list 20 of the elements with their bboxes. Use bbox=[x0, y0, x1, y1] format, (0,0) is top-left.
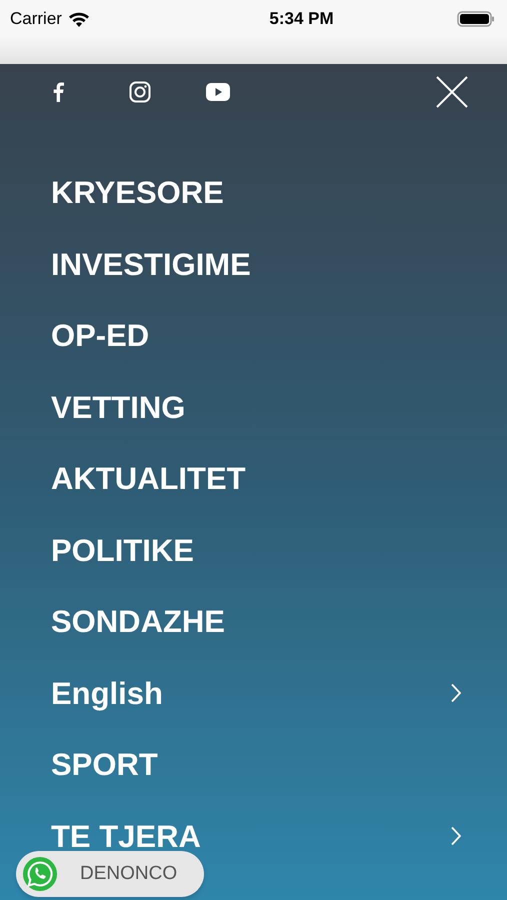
menu-item[interactable]: SPORT bbox=[51, 749, 158, 780]
wifi-icon bbox=[68, 10, 90, 26]
whatsapp-icon bbox=[22, 856, 58, 892]
battery-icon bbox=[457, 10, 495, 28]
menu-item[interactable]: OP-ED bbox=[51, 320, 150, 352]
time-label: 5:34 PM bbox=[268, 8, 335, 30]
close-button[interactable] bbox=[435, 75, 469, 109]
instagram-icon[interactable] bbox=[129, 81, 151, 103]
menu-item[interactable]: AKTUALITET bbox=[51, 463, 246, 494]
whatsapp-button[interactable]: DENONCO bbox=[16, 851, 204, 897]
menu-item[interactable]: SONDAZHE bbox=[51, 606, 225, 638]
facebook-icon[interactable] bbox=[52, 82, 64, 102]
menu-item[interactable]: English bbox=[51, 678, 163, 709]
menu-item[interactable]: INVESTIGIME bbox=[51, 248, 251, 280]
carrier-label: Carrier bbox=[10, 8, 62, 30]
menu-item[interactable]: VETTING bbox=[51, 392, 186, 423]
youtube-icon[interactable] bbox=[206, 83, 230, 101]
menu-item[interactable]: POLITIKE bbox=[51, 534, 194, 566]
menu-item[interactable]: KRYESORE bbox=[51, 177, 224, 208]
menu-item[interactable]: TE TJERA bbox=[51, 820, 201, 852]
